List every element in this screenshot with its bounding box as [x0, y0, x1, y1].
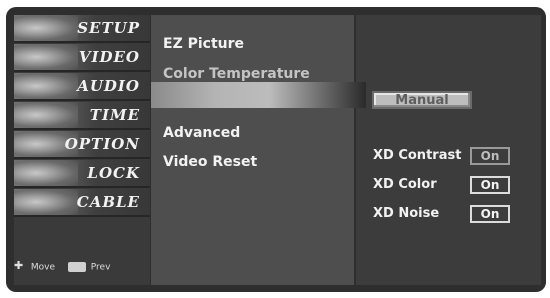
category-label: AUDIO — [77, 77, 140, 95]
submenu-item-video-reset[interactable]: Video Reset — [163, 154, 257, 170]
mode-manual-button[interactable]: Manual — [372, 91, 472, 109]
submenu-item-ez-picture[interactable]: EZ Picture — [163, 36, 244, 52]
xd-color-label: XD Color — [373, 177, 437, 192]
xd-noise-value[interactable]: On — [470, 205, 510, 223]
osd-screen: SETUP VIDEO AUDIO TIME OPTION LOCK CABLE — [6, 7, 546, 292]
category-option[interactable]: OPTION — [14, 131, 150, 159]
category-menu: SETUP VIDEO AUDIO TIME OPTION LOCK CABLE — [14, 15, 150, 285]
category-label: VIDEO — [78, 48, 140, 66]
submenu-item-color-temperature[interactable]: Color Temperature — [163, 66, 310, 82]
submenu-panel: EZ Picture Color Temperature Advanced Vi… — [151, 15, 354, 285]
time-thumbnail-icon — [14, 102, 78, 128]
lock-thumbnail-icon — [14, 160, 78, 186]
category-setup[interactable]: SETUP — [14, 15, 150, 43]
category-label: TIME — [89, 106, 140, 124]
category-video[interactable]: VIDEO — [14, 44, 150, 72]
xd-contrast-label: XD Contrast — [373, 148, 462, 163]
xd-color-value[interactable]: On — [470, 176, 510, 194]
move-hint-label: Move — [30, 262, 56, 273]
setup-thumbnail-icon — [14, 15, 78, 41]
cable-thumbnail-icon — [14, 189, 78, 215]
navigation-hint: Move Prev — [14, 259, 144, 281]
category-label: OPTION — [64, 135, 140, 153]
prev-hint-label: Prev — [90, 262, 111, 273]
category-audio[interactable]: AUDIO — [14, 73, 150, 101]
submenu-item-selected[interactable] — [151, 82, 366, 108]
video-thumbnail-icon — [14, 44, 78, 70]
category-label: LOCK — [87, 164, 140, 182]
menu-button-icon — [67, 262, 86, 272]
category-cable[interactable]: CABLE — [14, 189, 150, 217]
category-label: SETUP — [77, 19, 140, 37]
category-time[interactable]: TIME — [14, 102, 150, 130]
submenu-item-advanced[interactable]: Advanced — [163, 125, 240, 141]
category-lock[interactable]: LOCK — [14, 160, 150, 188]
xd-contrast-value[interactable]: On — [470, 147, 510, 165]
move-arrows-icon — [14, 259, 26, 273]
category-label: CABLE — [76, 193, 140, 211]
audio-thumbnail-icon — [14, 73, 78, 99]
xd-noise-label: XD Noise — [373, 206, 440, 221]
